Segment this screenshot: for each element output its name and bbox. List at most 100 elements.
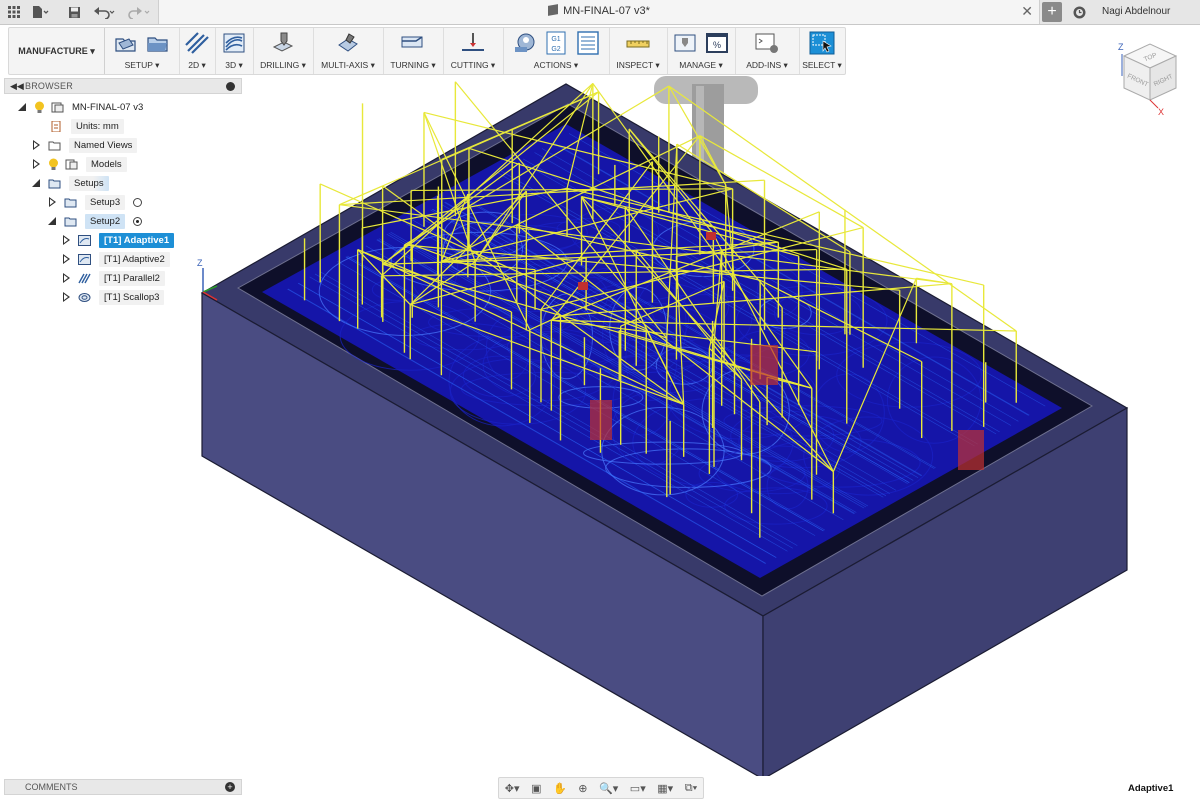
add-ins-group[interactable]: ADD-INS ▾ (735, 28, 800, 74)
manage-group[interactable]: % MANAGE ▾ (667, 28, 736, 74)
2d-group[interactable]: 2D ▾ (179, 28, 216, 74)
comments-panel[interactable]: COMMENTS + (4, 779, 242, 795)
clock-icon[interactable] (1072, 4, 1086, 20)
post-library-icon[interactable]: % (704, 31, 730, 55)
select-icon[interactable] (809, 31, 835, 55)
active-radio[interactable] (133, 216, 143, 226)
expand-arrow-icon[interactable] (62, 292, 70, 302)
expand-arrow-icon[interactable] (48, 197, 56, 207)
orbit-icon[interactable]: ✥▾ (505, 782, 520, 795)
tree-item-models[interactable]: Models (32, 155, 127, 173)
file-icon[interactable] (30, 4, 50, 20)
visibility-bulb-icon[interactable] (48, 158, 59, 171)
expand-arrow-icon[interactable] (62, 254, 70, 264)
scripts-icon[interactable] (754, 31, 780, 55)
redo-icon[interactable] (126, 4, 152, 20)
tree-label: Setup3 (85, 194, 126, 210)
manage-group-label: MANAGE ▾ (679, 60, 723, 70)
post-process-icon[interactable]: G1G2 (543, 31, 569, 55)
cutting-icon[interactable] (460, 31, 486, 55)
grid-icon[interactable] (6, 4, 22, 20)
tree-item-scallop3[interactable]: [T1] Scallop3 (62, 288, 165, 306)
setup-icon (64, 217, 77, 226)
visibility-bulb-icon[interactable] (34, 101, 45, 114)
drill-icon[interactable] (270, 31, 296, 55)
simulate-icon[interactable] (511, 31, 537, 55)
3d-adaptive-icon[interactable] (221, 31, 247, 55)
tree-label: MN-FINAL-07 v3 (72, 101, 144, 113)
expand-arrow-icon[interactable] (18, 102, 26, 112)
drilling-group[interactable]: DRILLING ▾ (253, 28, 314, 74)
expand-arrow-icon[interactable] (48, 216, 56, 226)
document-title: MN-FINAL-07 v3* (159, 4, 1039, 17)
tree-label: Models (86, 156, 127, 172)
setup-sheet-icon[interactable] (575, 31, 601, 55)
look-at-icon[interactable]: ▣ (531, 782, 541, 795)
tree-item-units[interactable]: Units: mm (34, 117, 124, 135)
multi-axis-group-label: MULTI-AXIS ▾ (321, 60, 375, 70)
display-settings-icon[interactable]: ▭▾ (630, 782, 646, 795)
expand-arrow-icon[interactable] (62, 273, 70, 283)
undo-icon[interactable] (92, 4, 118, 20)
comments-title: COMMENTS (25, 782, 78, 792)
adaptive-op-icon (78, 253, 91, 265)
tree-item-named-views[interactable]: Named Views (32, 136, 138, 154)
user-name[interactable]: Nagi Abdelnour (1102, 6, 1170, 17)
grid-settings-icon[interactable]: ▦▾ (657, 782, 673, 795)
tree-label: Setup2 (85, 213, 126, 229)
svg-text:G1: G1 (551, 36, 560, 43)
pin-icon[interactable] (226, 82, 235, 91)
tree-item-parallel2[interactable]: [T1] Parallel2 (62, 269, 165, 287)
zoom-icon[interactable]: ⊕ (578, 782, 587, 795)
expand-arrow-icon[interactable] (32, 178, 40, 188)
fit-icon[interactable]: 🔍▾ (599, 782, 618, 795)
cutting-group[interactable]: CUTTING ▾ (443, 28, 504, 74)
measure-icon[interactable] (625, 31, 651, 55)
scallop-op-icon (78, 292, 91, 302)
tool-library-icon[interactable] (672, 31, 698, 55)
tree-item-setup3[interactable]: Setup3 (48, 193, 143, 211)
cube-icon (548, 4, 559, 16)
adaptive-op-icon (78, 234, 91, 246)
3d-group-label: 3D ▾ (225, 60, 243, 70)
browser-header[interactable]: ◀◀ BROWSER (4, 78, 242, 94)
tree-item-adaptive2[interactable]: [T1] Adaptive2 (62, 250, 170, 268)
open-setup-icon[interactable] (145, 31, 171, 55)
multi-axis-group[interactable]: MULTI-AXIS ▾ (313, 28, 384, 74)
tree-item-adaptive1[interactable]: [T1] Adaptive1 (62, 231, 175, 249)
setups-folder-icon (48, 179, 61, 188)
add-comment-icon[interactable]: + (225, 782, 235, 792)
actions-group-label: ACTIONS ▾ (533, 60, 579, 70)
multi-axis-icon[interactable] (335, 31, 361, 55)
viewports-icon[interactable]: ⧉▾ (685, 782, 697, 795)
new-tab-button[interactable]: + (1042, 2, 1062, 22)
turning-icon[interactable] (400, 31, 426, 55)
tree-label: [T1] Adaptive1 (99, 232, 175, 248)
activate-radio[interactable] (133, 197, 143, 207)
tree-item-setups[interactable]: Setups (32, 174, 109, 192)
close-icon[interactable]: ✕ (1021, 3, 1033, 20)
document-tab[interactable]: MN-FINAL-07 v3* ✕ (158, 0, 1040, 24)
setup-group-label: SETUP ▾ (124, 60, 160, 70)
pan-icon[interactable]: ✋ (553, 782, 567, 795)
workspace-switcher[interactable]: MANUFACTURE ▾ (9, 28, 105, 74)
3d-group[interactable]: 3D ▾ (215, 28, 254, 74)
save-icon[interactable] (66, 4, 82, 20)
3d-viewport[interactable]: Z (190, 76, 1140, 776)
setup-icon (64, 198, 77, 207)
expand-arrow-icon[interactable] (32, 159, 40, 169)
actions-group[interactable]: G1 G2 ACTIONS ▾ (503, 28, 610, 74)
expand-arrow-icon[interactable] (62, 235, 70, 245)
tree-item-setup2[interactable]: Setup2 (48, 212, 143, 230)
expand-arrow-icon[interactable] (32, 140, 40, 150)
2d-adaptive-icon[interactable] (184, 31, 210, 55)
new-setup-icon[interactable] (113, 31, 139, 55)
turning-group[interactable]: TURNING ▾ (383, 28, 444, 74)
select-group[interactable]: SELECT ▾ (799, 28, 845, 74)
tree-label: Setups (69, 175, 109, 191)
tree-item-document[interactable]: MN-FINAL-07 v3 (18, 98, 143, 116)
units-icon (51, 120, 61, 132)
setup-group[interactable]: SETUP ▾ (105, 28, 180, 74)
collapse-icon[interactable]: ◀◀ (10, 81, 24, 92)
inspect-group[interactable]: INSPECT ▾ (609, 28, 668, 74)
